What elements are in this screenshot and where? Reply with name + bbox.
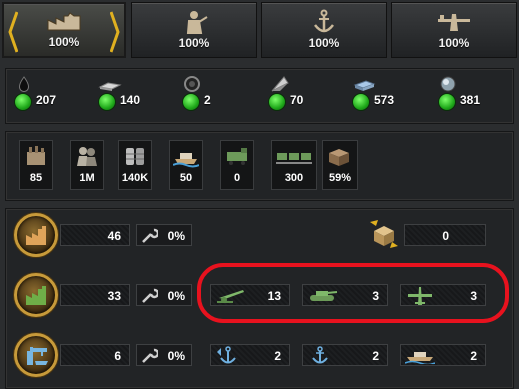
fuel-barrels-icon: [126, 148, 144, 165]
chromium-icon: [440, 76, 456, 92]
military-factories-field: 33: [60, 284, 130, 306]
navy-value: 2: [372, 349, 379, 363]
tab-air[interactable]: 100%: [391, 2, 517, 58]
tab-navy-percent: 100%: [308, 36, 340, 50]
stat-value: 1M: [79, 172, 95, 184]
factory-icon: [47, 12, 81, 31]
trains-icon: [227, 148, 247, 165]
aluminium-icon: [98, 82, 122, 91]
dockyard-ships-field[interactable]: 2: [210, 344, 290, 366]
dockyard-ships-value: 2: [274, 349, 281, 363]
resources-panel: 207 140 2 70 573 381: [5, 68, 514, 124]
supply-crate-icon: [329, 149, 349, 166]
naval-repair-value: 0%: [167, 349, 185, 363]
oil-icon: [19, 76, 29, 92]
resource-value: 70: [290, 93, 304, 107]
manpower-icon: [77, 147, 97, 166]
wrench-icon: [142, 288, 158, 303]
stat-value: 300: [284, 172, 304, 184]
naval-dockyard-medal[interactable]: [14, 333, 58, 377]
naval-repair-box[interactable]: 0%: [136, 344, 192, 366]
stat-value: 0: [233, 172, 241, 184]
military-factories-value: 33: [107, 289, 121, 303]
anchor-upgrade-icon: [217, 346, 236, 364]
resource-status-icon: [182, 93, 200, 111]
stat-value: 50: [179, 172, 193, 184]
trade-crate-icon[interactable]: [366, 216, 402, 252]
resource-value: 140: [120, 93, 141, 107]
stat-railway[interactable]: 300: [271, 140, 317, 190]
stat-value: 85: [29, 172, 43, 184]
tab-air-percent: 100%: [438, 36, 470, 50]
resource-value: 2: [204, 93, 211, 107]
resource-value: 573: [374, 93, 395, 107]
trade-value: 0: [442, 229, 449, 243]
category-tabs: 100% 100% 100% 100%: [0, 0, 519, 62]
stat-convoys[interactable]: 50: [169, 140, 203, 190]
civilian-factory-medal[interactable]: [14, 213, 58, 257]
stat-supply[interactable]: 59%: [322, 140, 358, 190]
tab-army-percent: 100%: [178, 36, 210, 50]
military-factory-icon: [26, 286, 46, 305]
stats-panel: 85 1M 140K 50 0 300 59%: [5, 131, 514, 201]
navy-field[interactable]: 2: [302, 344, 388, 366]
stat-trains[interactable]: 0: [220, 140, 254, 190]
resource-status-icon: [98, 93, 116, 111]
stat-factories[interactable]: 85: [19, 140, 53, 190]
steel-icon: [353, 80, 376, 91]
civilian-repair-value: 0%: [167, 229, 185, 243]
military-factory-medal[interactable]: [14, 273, 58, 317]
convoy-icon: [173, 153, 199, 168]
military-repair-value: 0%: [167, 289, 185, 303]
resource-status-icon: [14, 93, 32, 111]
resource-status-icon: [268, 93, 286, 111]
naval-dockyards-value: 6: [114, 349, 121, 363]
plane-icon: [438, 14, 470, 31]
stat-value: 59%: [328, 172, 352, 184]
civilian-factories-value: 46: [107, 229, 121, 243]
trade-field: 0: [404, 224, 486, 246]
stat-value: 140K: [121, 172, 149, 184]
soldier-icon: [186, 11, 208, 34]
stat-fuel[interactable]: 140K: [118, 140, 152, 190]
tab-industry-percent: 100%: [48, 35, 80, 49]
convoy-ship-icon: [405, 352, 435, 364]
military-repair-box[interactable]: 0%: [136, 284, 192, 306]
tungsten-icon: [271, 76, 289, 92]
resource-value: 207: [36, 93, 57, 107]
railway-icon: [276, 153, 312, 164]
resource-value: 381: [460, 93, 481, 107]
resource-status-icon: [438, 93, 456, 111]
resource-status-icon: [352, 93, 370, 111]
convoys-field[interactable]: 2: [400, 344, 486, 366]
naval-dockyards-field: 6: [60, 344, 130, 366]
factories-icon: [27, 146, 45, 165]
tab-army[interactable]: 100%: [131, 2, 257, 58]
civilian-factories-field: 46: [60, 224, 130, 246]
civilian-factory-icon: [26, 226, 46, 245]
tab-navy[interactable]: 100%: [261, 2, 387, 58]
anchor-icon: [314, 9, 334, 33]
convoys-value: 2: [470, 349, 477, 363]
highlight-annotation: [197, 263, 509, 323]
tab-industry[interactable]: 100%: [2, 2, 126, 58]
anchor-icon: [312, 346, 328, 364]
dockyard-icon: [27, 347, 48, 365]
wrench-icon: [142, 348, 158, 363]
wrench-icon: [142, 228, 158, 243]
rubber-icon: [184, 76, 200, 92]
civilian-repair-box[interactable]: 0%: [136, 224, 192, 246]
stat-manpower[interactable]: 1M: [70, 140, 104, 190]
